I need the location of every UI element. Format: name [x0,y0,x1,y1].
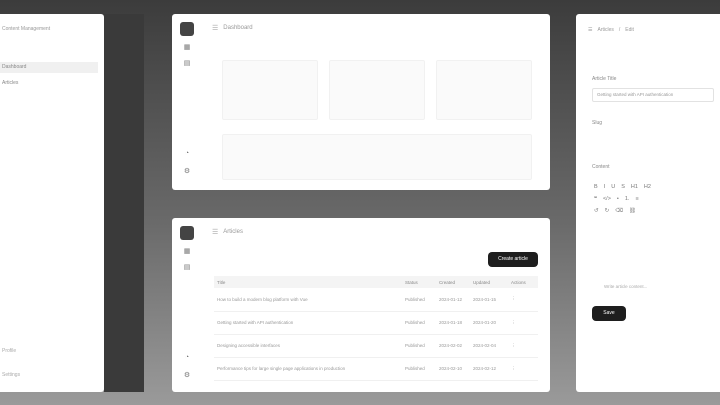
back-icon[interactable]: ☰ [588,27,592,33]
column-header-title[interactable]: Title [214,276,402,288]
article-status: Published [402,357,436,381]
underline-icon[interactable]: U [611,184,615,190]
column-header-status[interactable]: Status [402,276,436,288]
row-actions-icon[interactable]: ⋮ [508,288,538,312]
grid-icon[interactable]: ▦ [183,44,191,52]
editor-panel: ☰ Articles / Edit Article Title Getting … [576,14,720,392]
clear-format-icon[interactable]: ⌫ [615,208,623,214]
logo-icon [180,226,194,240]
content-label: Content [592,164,610,170]
articles-panel: ▦ ▤ ◔ ⚙ ☰ Articles Create article Title … [172,218,550,392]
sidebar-item-profile[interactable]: Profile [2,348,16,354]
editor-toolbar-row: ↺ ↻ ⌫ ⛓ [594,208,636,214]
editor-toolbar-row: B I U S H1 H2 [594,184,651,190]
save-button[interactable]: Save [592,306,626,321]
page-title: Dashboard [223,25,253,31]
article-updated: 2024-02-04 [470,334,508,358]
redo-icon[interactable]: ↻ [605,208,610,214]
row-actions-icon[interactable]: ⋮ [508,334,538,358]
sidebar-title: Content Management [2,26,51,32]
bold-icon[interactable]: B [594,184,598,190]
table-row[interactable]: Performance tips for large single page a… [214,357,538,381]
breadcrumb: ☰ Articles / Edit [588,27,634,33]
article-title[interactable]: Getting started with API authentication [214,311,402,335]
undo-icon[interactable]: ↺ [594,208,599,214]
row-actions-icon[interactable]: ⋮ [508,311,538,335]
breadcrumb-articles[interactable]: Articles [597,27,613,33]
article-updated: 2024-01-15 [470,288,508,312]
column-header-created[interactable]: Created [436,276,470,288]
mini-sidebar: ▦ ▤ ◔ ⚙ [172,218,198,392]
table-row[interactable]: Designing accessible interfaces Publishe… [214,334,538,358]
menu-icon[interactable]: ☰ [212,24,218,32]
column-header-updated[interactable]: Updated [470,276,508,288]
document-icon[interactable]: ▤ [183,264,191,272]
article-created: 2024-01-12 [436,288,470,312]
slug-label: Slug [592,120,603,126]
page-title: Articles [223,229,243,235]
table-row[interactable]: How to build a modern blog platform with… [214,288,538,312]
dashboard-header: ☰ Dashboard [212,24,253,32]
sidebar-item-settings[interactable]: Settings [2,372,20,378]
dashboard-panel: ▦ ▤ ◔ ⚙ ☰ Dashboard [172,14,550,190]
row-actions-icon[interactable]: ⋮ [508,357,538,381]
settings-icon[interactable]: ⚙ [183,372,191,380]
background-strip [104,14,144,392]
article-status: Published [402,334,436,358]
link-icon[interactable]: ⛓ [629,208,636,214]
article-title[interactable]: Designing accessible interfaces [214,334,402,358]
align-icon[interactable]: ≡ [635,196,638,202]
article-updated: 2024-01-20 [470,311,508,335]
code-icon[interactable]: </> [603,196,611,202]
bullet-list-icon[interactable]: • [617,196,619,202]
quote-icon[interactable]: ❝ [594,196,597,202]
heading2-icon[interactable]: H2 [644,184,651,190]
article-created: 2024-02-10 [436,357,470,381]
content-editor-placeholder[interactable]: Write article content... [604,284,647,289]
left-sidebar-panel: Content Management Dashboard Articles Pr… [0,14,104,392]
stat-card [436,60,532,120]
user-icon[interactable]: ◔ [183,354,191,362]
table-header-row: Title Status Created Updated Actions [214,276,538,288]
breadcrumb-separator: / [618,27,621,33]
menu-icon[interactable]: ☰ [212,228,218,236]
articles-header: ☰ Articles [212,228,243,236]
articles-table: Title Status Created Updated Actions How… [214,276,538,381]
document-icon[interactable]: ▤ [183,60,191,68]
chart-card [222,134,532,180]
numbered-list-icon[interactable]: 1. [625,196,630,202]
grid-icon[interactable]: ▦ [183,248,191,256]
article-created: 2024-02-02 [436,334,470,358]
table-row[interactable]: Getting started with API authentication … [214,311,538,335]
breadcrumb-edit: Edit [625,27,634,33]
heading1-icon[interactable]: H1 [631,184,638,190]
logo-icon [180,22,194,36]
stat-card [329,60,425,120]
article-title[interactable]: Performance tips for large single page a… [214,357,402,381]
mini-sidebar: ▦ ▤ ◔ ⚙ [172,14,198,190]
column-header-actions: Actions [508,276,538,288]
sidebar-item-articles[interactable]: Articles [0,78,98,89]
stat-card [222,60,318,120]
article-title[interactable]: How to build a modern blog platform with… [214,288,402,312]
create-article-button[interactable]: Create article [488,252,538,267]
editor-toolbar-row: ❝ </> • 1. ≡ [594,196,639,202]
article-status: Published [402,311,436,335]
title-input[interactable]: Getting started with API authentication [592,88,714,102]
italic-icon[interactable]: I [604,184,606,190]
settings-icon[interactable]: ⚙ [183,168,191,176]
strikethrough-icon[interactable]: S [621,184,625,190]
article-status: Published [402,288,436,312]
sidebar-item-dashboard[interactable]: Dashboard [0,62,98,73]
article-created: 2024-01-18 [436,311,470,335]
title-label: Article Title [592,76,617,82]
user-icon[interactable]: ◔ [183,150,191,158]
article-updated: 2024-02-12 [470,357,508,381]
